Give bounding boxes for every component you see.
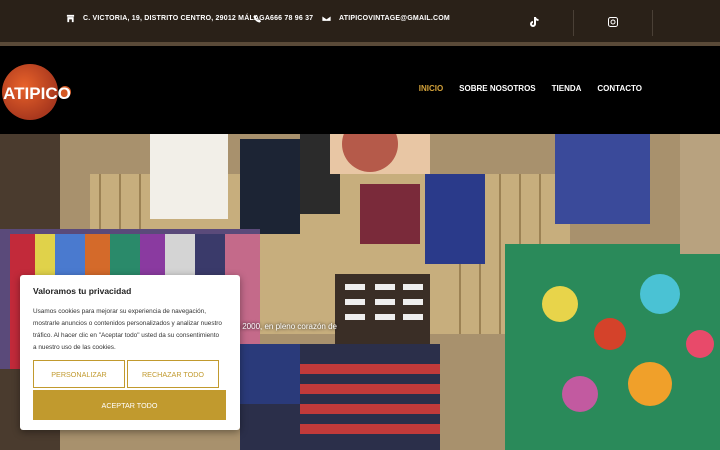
tiktok-icon[interactable] — [529, 17, 539, 27]
svg-text:ATIPICO: ATIPICO — [3, 84, 71, 103]
instagram-icon[interactable] — [608, 17, 618, 27]
store-icon — [66, 14, 75, 23]
reject-all-button[interactable]: RECHAZAR TODO — [127, 360, 219, 388]
cookie-button-row: PERSONALIZAR RECHAZAR TODO — [33, 360, 219, 388]
atipico-logo[interactable]: ATIPICO — [1, 63, 73, 121]
divider — [573, 10, 574, 36]
nav-item-contacto[interactable]: CONTACTO — [597, 84, 642, 93]
nav-item-tienda[interactable]: TIENDA — [552, 84, 582, 93]
nav-item-sobre-nosotros[interactable]: SOBRE NOSOTROS — [459, 84, 535, 93]
address-text: C. VICTORIA, 19, DISTRITO CENTRO, 29012 … — [83, 15, 271, 22]
site-header: ATIPICO INICIO SOBRE NOSOTROS TIENDA CON… — [0, 46, 720, 134]
cookie-body: Usamos cookies para mejorar su experienc… — [33, 308, 222, 351]
phone-item[interactable]: 666 78 96 37 — [253, 14, 313, 23]
main-nav: INICIO SOBRE NOSOTROS TIENDA CONTACTO — [419, 84, 642, 93]
accept-all-button[interactable]: ACEPTAR TODO — [33, 390, 226, 420]
mail-icon — [322, 15, 331, 22]
divider — [652, 10, 653, 36]
hero-text: s 2000, en pleno corazón de — [236, 322, 337, 331]
customize-button[interactable]: PERSONALIZAR — [33, 360, 125, 388]
phone-text: 666 78 96 37 — [270, 15, 314, 22]
email-item[interactable]: ATIPICOVINTAGE@GMAIL.COM — [322, 14, 450, 23]
nav-item-inicio[interactable]: INICIO — [419, 84, 443, 93]
address-item: C. VICTORIA, 19, DISTRITO CENTRO, 29012 … — [66, 14, 270, 23]
cookie-consent-dialog: Valoramos tu privacidad Usamos cookies p… — [20, 275, 240, 430]
cookie-title: Valoramos tu privacidad — [33, 286, 132, 296]
email-text: ATIPICOVINTAGE@GMAIL.COM — [339, 15, 450, 22]
phone-icon — [253, 14, 262, 23]
top-info-bar: C. VICTORIA, 19, DISTRITO CENTRO, 29012 … — [0, 0, 720, 42]
